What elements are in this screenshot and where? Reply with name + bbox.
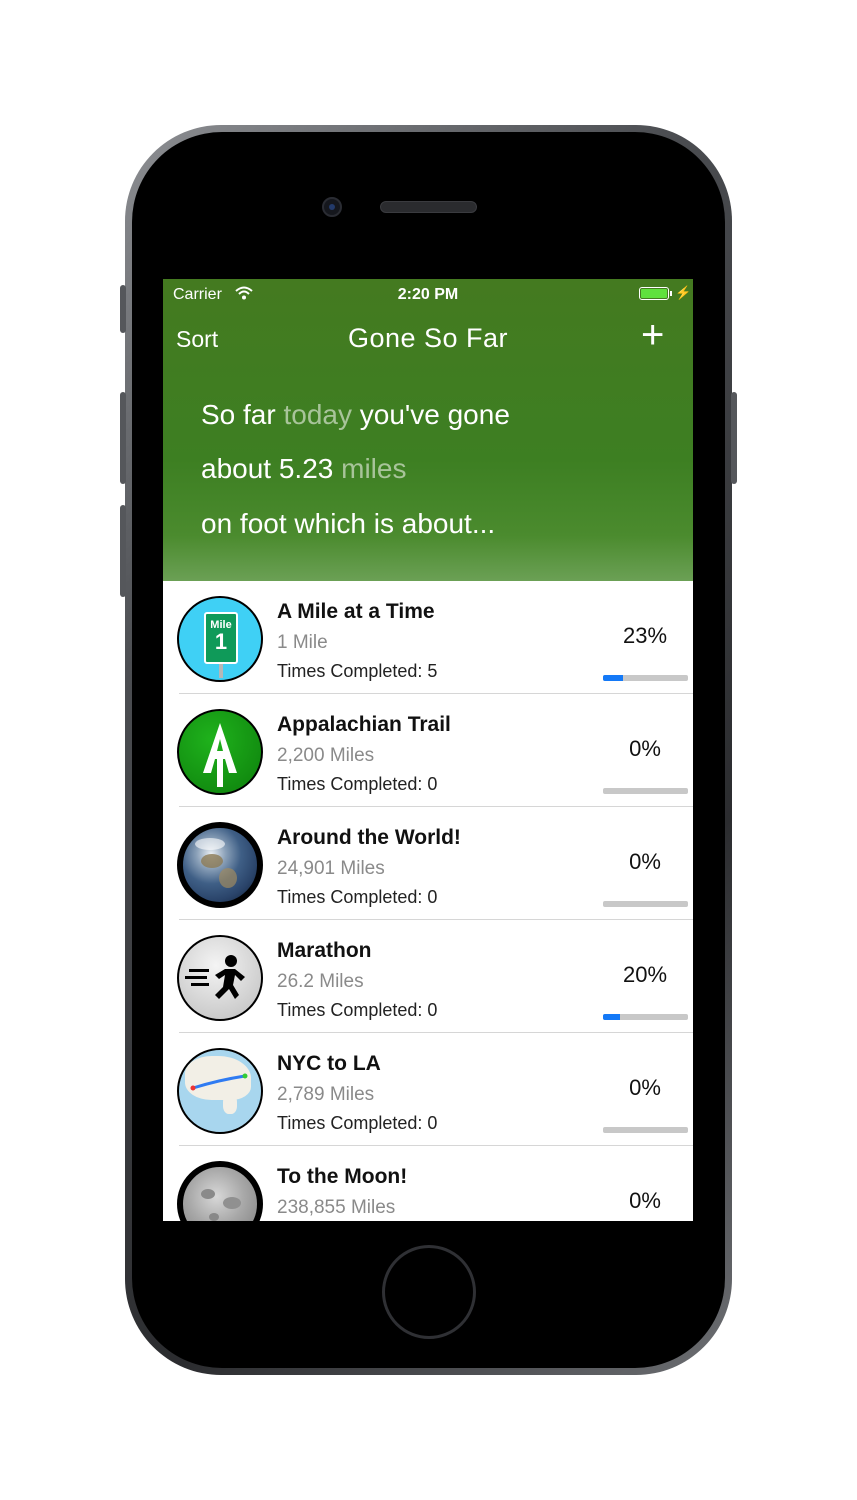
progress-bar xyxy=(603,1014,688,1020)
goal-row[interactable]: NYC to LA 2,789 Miles Times Completed: 0… xyxy=(163,1033,693,1146)
period-selector[interactable]: today xyxy=(283,399,352,430)
progress-percent: 23% xyxy=(622,623,668,648)
earth-icon xyxy=(177,822,263,908)
progress-percent: 0% xyxy=(629,1075,661,1100)
goal-distance: 2,789 Miles xyxy=(277,1084,375,1105)
times-completed: Times Completed: 0 xyxy=(277,774,438,794)
battery-icon xyxy=(639,287,669,300)
mile-sign-icon: Mile 1 xyxy=(177,596,263,682)
summary-line-3: on foot which is about... xyxy=(201,508,496,539)
moon-icon xyxy=(177,1161,263,1221)
goal-row[interactable]: To the Moon! 238,855 Miles 0% xyxy=(163,1146,693,1221)
page-title: Gone So Far xyxy=(347,323,509,353)
goal-name: NYC to LA xyxy=(277,1052,381,1075)
progress-percent: 0% xyxy=(629,1188,661,1213)
power-button xyxy=(731,392,737,484)
goal-distance: 1 Mile xyxy=(277,632,328,653)
times-completed: Times Completed: 5 xyxy=(277,661,438,681)
goal-row[interactable]: Marathon 26.2 Miles Times Completed: 0 2… xyxy=(163,920,693,1033)
volume-up-button xyxy=(120,392,126,484)
goal-row[interactable]: Mile 1 A Mile at a Time 1 Mile Times Com… xyxy=(163,581,693,694)
charging-icon: ⚡ xyxy=(675,285,692,300)
goal-row[interactable]: Around the World! 24,901 Miles Times Com… xyxy=(163,807,693,920)
summary-line-2: about 5.23 miles xyxy=(201,453,407,484)
goal-distance: 24,901 Miles xyxy=(277,858,385,879)
times-completed: Times Completed: 0 xyxy=(277,887,438,907)
home-button[interactable] xyxy=(382,1245,476,1339)
summary-header: Carrier 2:20 PM ⚡ Sort Gone So Far + So … xyxy=(163,279,693,581)
progress-bar xyxy=(603,788,688,794)
times-completed: Times Completed: 0 xyxy=(277,1000,438,1020)
progress-bar xyxy=(603,1127,688,1133)
navigation-bar: Sort Gone So Far + xyxy=(163,313,693,359)
unit-selector[interactable]: miles xyxy=(341,453,406,484)
goal-name: To the Moon! xyxy=(277,1165,408,1188)
status-time: 2:20 PM xyxy=(397,286,459,303)
volume-down-button xyxy=(120,505,126,597)
goal-name: A Mile at a Time xyxy=(277,600,435,623)
status-bar: Carrier 2:20 PM ⚡ xyxy=(163,279,693,309)
front-camera xyxy=(322,197,342,217)
progress-bar xyxy=(603,675,688,681)
goal-distance: 238,855 Miles xyxy=(277,1197,396,1218)
map-icon xyxy=(177,1048,263,1134)
app-screen: Carrier 2:20 PM ⚡ Sort Gone So Far + So … xyxy=(163,279,693,1221)
goal-distance: 26.2 Miles xyxy=(277,971,364,992)
goal-distance: 2,200 Miles xyxy=(277,745,375,766)
summary-line-1: So far today you've gone xyxy=(201,399,510,430)
goal-name: Around the World! xyxy=(277,826,461,849)
goal-name: Marathon xyxy=(277,939,372,962)
progress-percent: 0% xyxy=(629,736,661,761)
times-completed: Times Completed: 0 xyxy=(277,1113,438,1133)
progress-bar xyxy=(603,901,688,907)
appalachian-trail-icon xyxy=(177,709,263,795)
earpiece-speaker xyxy=(380,201,477,213)
goal-row[interactable]: Appalachian Trail 2,200 Miles Times Comp… xyxy=(163,694,693,807)
progress-percent: 0% xyxy=(629,849,661,874)
runner-icon xyxy=(177,935,263,1021)
add-icon[interactable]: + xyxy=(641,313,664,358)
mute-switch xyxy=(120,285,126,333)
goal-name: Appalachian Trail xyxy=(277,713,451,736)
progress-percent: 20% xyxy=(622,962,668,987)
battery-tip xyxy=(670,291,672,296)
